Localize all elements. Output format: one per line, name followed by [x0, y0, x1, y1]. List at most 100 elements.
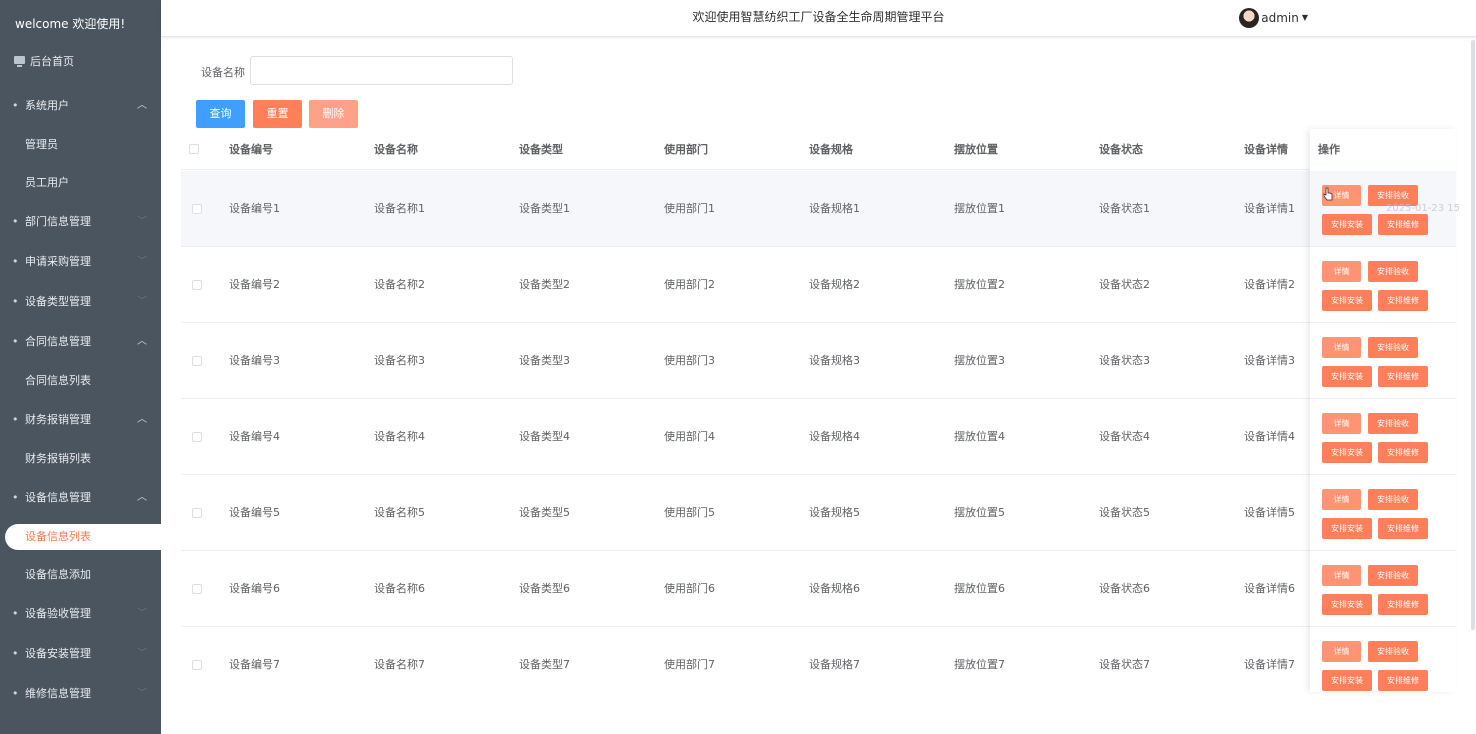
- arrange-install-button[interactable]: 安排安装: [1322, 670, 1372, 691]
- table-row[interactable]: 设备编号3 设备名称3 设备类型3 使用部门3 设备规格3 摆放位置3 设备状态3 设备详情3: [181, 323, 1456, 399]
- sidebar-item-label: 设备信息添加: [25, 568, 91, 581]
- sidebar-group[interactable]: • 部门信息管理 ﹀: [0, 202, 161, 242]
- chevron-up-icon: ︿: [137, 492, 147, 503]
- sidebar-item-home[interactable]: 后台首页: [0, 48, 161, 76]
- arrange-acceptance-button[interactable]: 安排验收: [1368, 261, 1418, 282]
- chevron-down-icon: ﹀: [137, 296, 147, 307]
- table-row[interactable]: 设备编号5 设备名称5 设备类型5 使用部门5 设备规格5 摆放位置5 设备状态5 设备详情5: [181, 475, 1456, 551]
- sidebar-item-label: 财务报销列表: [25, 452, 91, 465]
- arrange-acceptance-button[interactable]: 安排验收: [1368, 565, 1418, 586]
- table-cell: 摆放位置7: [954, 658, 1005, 671]
- sidebar-group[interactable]: • 维修信息管理 ﹀: [0, 674, 161, 714]
- detail-button[interactable]: 详情: [1322, 261, 1361, 282]
- arrange-repair-button[interactable]: 安排维修: [1378, 214, 1428, 235]
- reset-button[interactable]: 重置: [253, 100, 302, 128]
- table-row[interactable]: 设备编号1 设备名称1 设备类型1 使用部门1 设备规格1 摆放位置1 设备状态1 设备详情1: [181, 171, 1456, 247]
- sidebar-menu: • 系统用户 ︿ 管理员 员工用户 • 部门信息管理 ﹀ • 申请采购管理 ﹀ • 设备类型管理 ﹀ • 合同…: [0, 86, 161, 714]
- table-cell: 设备详情6: [1244, 582, 1295, 595]
- table-row[interactable]: 设备编号4 设备名称4 设备类型4 使用部门4 设备规格4 摆放位置4 设备状态4 设备详情4: [181, 399, 1456, 475]
- arrange-repair-button[interactable]: 安排维修: [1378, 290, 1428, 311]
- op-cell: 详情 安排验收安排安装 安排维修: [1310, 551, 1456, 627]
- bullet-icon: •: [12, 295, 19, 308]
- detail-button[interactable]: 详情: [1322, 413, 1361, 434]
- row-checkbox[interactable]: [192, 584, 202, 594]
- table-row[interactable]: 设备编号6 设备名称6 设备类型6 使用部门6 设备规格6 摆放位置6 设备状态6 设备详情6: [181, 551, 1456, 627]
- sidebar-item[interactable]: 设备信息列表: [5, 524, 161, 550]
- row-checkbox[interactable]: [192, 508, 202, 518]
- column-header: 设备规格: [809, 143, 853, 156]
- sidebar-group[interactable]: • 设备信息管理 ︿: [0, 478, 161, 518]
- detail-button[interactable]: 详情: [1322, 489, 1361, 510]
- op-cell: 详情 安排验收安排安装 安排维修: [1310, 627, 1456, 692]
- sidebar-item-label: 后台首页: [30, 55, 74, 68]
- user-menu[interactable]: admin ▼: [1239, 8, 1308, 28]
- arrange-acceptance-button[interactable]: 安排验收: [1368, 489, 1418, 510]
- table-cell: 摆放位置5: [954, 506, 1005, 519]
- column-header: 设备编号: [229, 143, 273, 156]
- sidebar-item[interactable]: 员工用户: [0, 164, 161, 202]
- arrange-repair-button[interactable]: 安排维修: [1378, 594, 1428, 615]
- avatar: [1239, 8, 1260, 28]
- arrange-repair-button[interactable]: 安排维修: [1378, 366, 1428, 387]
- arrange-install-button[interactable]: 安排安装: [1322, 442, 1372, 463]
- column-header: 设备详情: [1244, 143, 1288, 156]
- table-row[interactable]: 设备编号7 设备名称7 设备类型7 使用部门7 设备规格7 摆放位置7 设备状态7 设备详情7: [181, 627, 1456, 692]
- row-checkbox[interactable]: [192, 204, 202, 214]
- bullet-icon: •: [12, 99, 19, 112]
- select-all-checkbox[interactable]: [189, 144, 199, 154]
- delete-button[interactable]: 删除: [309, 100, 358, 128]
- arrange-install-button[interactable]: 安排安装: [1322, 518, 1372, 539]
- table-cell: 设备类型3: [519, 354, 570, 367]
- sidebar-item[interactable]: 管理员: [0, 126, 161, 164]
- row-checkbox[interactable]: [192, 356, 202, 366]
- table-cell: 设备规格2: [809, 278, 860, 291]
- detail-button[interactable]: 详情: [1322, 337, 1361, 358]
- sidebar-item-label: 申请采购管理: [25, 255, 91, 268]
- table-cell: 设备类型2: [519, 278, 570, 291]
- bullet-icon: •: [12, 335, 19, 348]
- sidebar-item-label: 设备安装管理: [25, 647, 91, 660]
- sidebar-group[interactable]: • 财务报销管理 ︿: [0, 400, 161, 440]
- arrange-repair-button[interactable]: 安排维修: [1378, 518, 1428, 539]
- sidebar-group[interactable]: • 设备类型管理 ﹀: [0, 282, 161, 322]
- sidebar-group[interactable]: • 系统用户 ︿: [0, 86, 161, 126]
- sidebar-group[interactable]: • 合同信息管理 ︿: [0, 322, 161, 362]
- chevron-down-icon: ﹀: [137, 216, 147, 227]
- sidebar-group[interactable]: • 申请采购管理 ﹀: [0, 242, 161, 282]
- sidebar-item[interactable]: 合同信息列表: [0, 362, 161, 400]
- table-cell: 设备编号7: [229, 658, 280, 671]
- device-name-input[interactable]: [250, 56, 513, 85]
- sidebar-item[interactable]: 财务报销列表: [0, 440, 161, 478]
- arrange-acceptance-button[interactable]: 安排验收: [1368, 413, 1418, 434]
- table-row[interactable]: 设备编号2 设备名称2 设备类型2 使用部门2 设备规格2 摆放位置2 设备状态2 设备详情2: [181, 247, 1456, 323]
- arrange-install-button[interactable]: 安排安装: [1322, 366, 1372, 387]
- sidebar-item[interactable]: 设备信息添加: [0, 556, 161, 594]
- column-header: 设备名称: [374, 143, 418, 156]
- sidebar-item-label: 设备类型管理: [25, 295, 91, 308]
- column-header: 设备状态: [1099, 143, 1143, 156]
- vertical-scrollbar[interactable]: [1471, 40, 1475, 630]
- table-cell: 摆放位置1: [954, 202, 1005, 215]
- sidebar-item-label: 系统用户: [25, 99, 69, 112]
- sidebar-group[interactable]: • 设备验收管理 ﹀: [0, 594, 161, 634]
- table-cell: 设备状态5: [1099, 506, 1150, 519]
- row-checkbox[interactable]: [192, 432, 202, 442]
- arrange-install-button[interactable]: 安排安装: [1322, 290, 1372, 311]
- query-button[interactable]: 查询: [196, 100, 245, 128]
- arrange-acceptance-button[interactable]: 安排验收: [1368, 641, 1418, 662]
- detail-button[interactable]: 详情: [1322, 641, 1361, 662]
- arrange-acceptance-button[interactable]: 安排验收: [1368, 337, 1418, 358]
- arrange-install-button[interactable]: 安排安装: [1322, 214, 1372, 235]
- arrange-repair-button[interactable]: 安排维修: [1378, 442, 1428, 463]
- table-cell: 设备名称6: [374, 582, 425, 595]
- sidebar-group[interactable]: • 设备安装管理 ﹀: [0, 634, 161, 674]
- row-checkbox[interactable]: [192, 280, 202, 290]
- table-cell: 设备编号5: [229, 506, 280, 519]
- detail-button[interactable]: 详情: [1322, 565, 1361, 586]
- arrange-install-button[interactable]: 安排安装: [1322, 594, 1372, 615]
- table-cell: 设备状态4: [1099, 430, 1150, 443]
- arrange-repair-button[interactable]: 安排维修: [1378, 670, 1428, 691]
- row-checkbox[interactable]: [192, 660, 202, 670]
- table-cell: 设备类型6: [519, 582, 570, 595]
- device-table: 设备编号 设备名称 设备类型 使用部门 设备规格 摆放位置 设备状态 设备详情 设备编号1 设备…: [181, 129, 1456, 692]
